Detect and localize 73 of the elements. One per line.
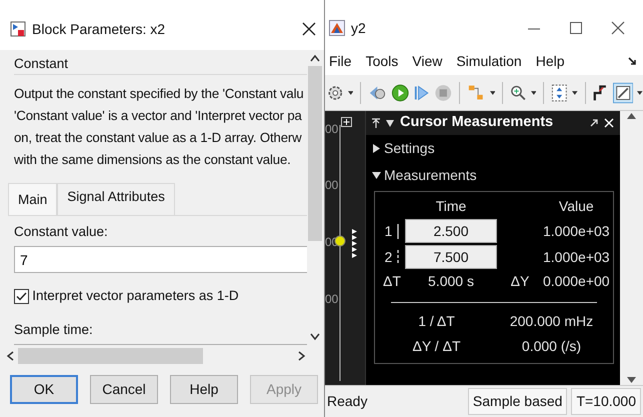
caret-icon[interactable] (490, 90, 496, 94)
tick-label: 00 (325, 292, 338, 306)
group-title: Constant (14, 55, 70, 73)
measure-label: ΔY / ΔT (411, 337, 462, 356)
step-forward-icon[interactable] (413, 84, 430, 102)
delta-value: 0.000e+00 (543, 272, 610, 291)
expanded-icon[interactable] (372, 171, 381, 180)
tab[interactable]: Main (8, 183, 58, 214)
input-field[interactable]: 7 (14, 246, 307, 274)
gear-icon[interactable] (327, 84, 344, 102)
value-text: 1.000e+03 (543, 222, 610, 240)
tick-label: 00 (325, 178, 338, 192)
status-text: Ready (327, 392, 368, 411)
checkbox-label: Interpret vector parameters as 1-D (32, 287, 239, 306)
column-header: Value (558, 197, 595, 216)
up-arrow-icon[interactable] (627, 113, 636, 119)
status-field: T=10.000 (571, 388, 641, 415)
collapsed-icon[interactable] (372, 144, 381, 153)
ok-button[interactable]: OK (10, 375, 78, 404)
autoscale-icon[interactable] (551, 82, 568, 102)
app-icon (329, 20, 345, 36)
menu-item[interactable]: Help (536, 51, 565, 72)
tab[interactable]: Signal Attributes (57, 183, 175, 214)
maximize-icon[interactable] (569, 21, 583, 35)
collapse-icon[interactable] (386, 120, 394, 126)
corner-arrow-icon[interactable] (628, 57, 637, 66)
vertical-scrollbar[interactable] (620, 111, 643, 385)
section-header[interactable]: Settings (384, 138, 435, 159)
delta-label: ΔT (382, 272, 402, 291)
block-icon (10, 21, 26, 37)
window-title: Block Parameters: x2 (32, 20, 166, 38)
delta-label: ΔY (510, 272, 530, 291)
menu-item[interactable]: View (412, 51, 442, 72)
status-field: Sample based (468, 388, 568, 415)
cursor-markers[interactable] (352, 229, 357, 258)
panel-title: Cursor Measurements (400, 113, 554, 132)
cursor-measurements-icon[interactable] (613, 82, 634, 104)
help-button[interactable]: Help (170, 375, 238, 404)
column-header: Time (434, 197, 468, 216)
measure-value: 0.000 (/s) (520, 337, 582, 356)
cursor-label: 2 (384, 248, 392, 266)
description-text: Output the constant specified by the 'Constant valu 'Constant value' is a vector and 'Interpret vector pa on, treat the constant value as a 1-D array. Otherw with the same dimensions as the constant value. (14, 85, 305, 170)
dashed-line-icon (396, 248, 400, 266)
field-label: Constant value: (14, 223, 109, 241)
close-icon[interactable] (611, 21, 625, 35)
down-arrow-icon[interactable] (627, 377, 636, 383)
window-title: y2 (351, 18, 366, 38)
cancel-button[interactable]: Cancel (90, 375, 158, 404)
delta-value: 5.000 s (427, 272, 475, 291)
menu-item[interactable]: Simulation (456, 51, 522, 72)
solid-line-icon (396, 222, 400, 240)
tick-label: 00 (325, 122, 338, 136)
undock-icon[interactable] (590, 119, 598, 127)
section-header[interactable]: Measurements (384, 165, 477, 186)
value-text: 1.000e+03 (543, 248, 610, 266)
zoom-icon[interactable] (510, 84, 527, 102)
run-icon[interactable] (390, 82, 410, 102)
caret-icon[interactable] (637, 90, 643, 94)
time-field[interactable]: 7.500 (405, 245, 497, 269)
measure-label: 1 / ΔT (417, 312, 456, 331)
menu-item[interactable]: File (329, 51, 352, 72)
cursor-label: 1 (384, 222, 392, 240)
close-icon[interactable] (302, 22, 316, 36)
caret-icon[interactable] (348, 90, 354, 94)
expand-icon[interactable] (341, 117, 352, 127)
field-label: Sample time: (14, 320, 94, 339)
pin-icon[interactable] (372, 118, 380, 128)
checkbox[interactable] (14, 288, 29, 304)
menu-item[interactable]: Tools (366, 51, 398, 72)
caret-icon[interactable] (572, 90, 578, 94)
caret-icon[interactable] (530, 90, 536, 94)
measure-value: 200.000 mHz (508, 312, 594, 331)
time-field[interactable]: 2.500 (405, 219, 497, 243)
